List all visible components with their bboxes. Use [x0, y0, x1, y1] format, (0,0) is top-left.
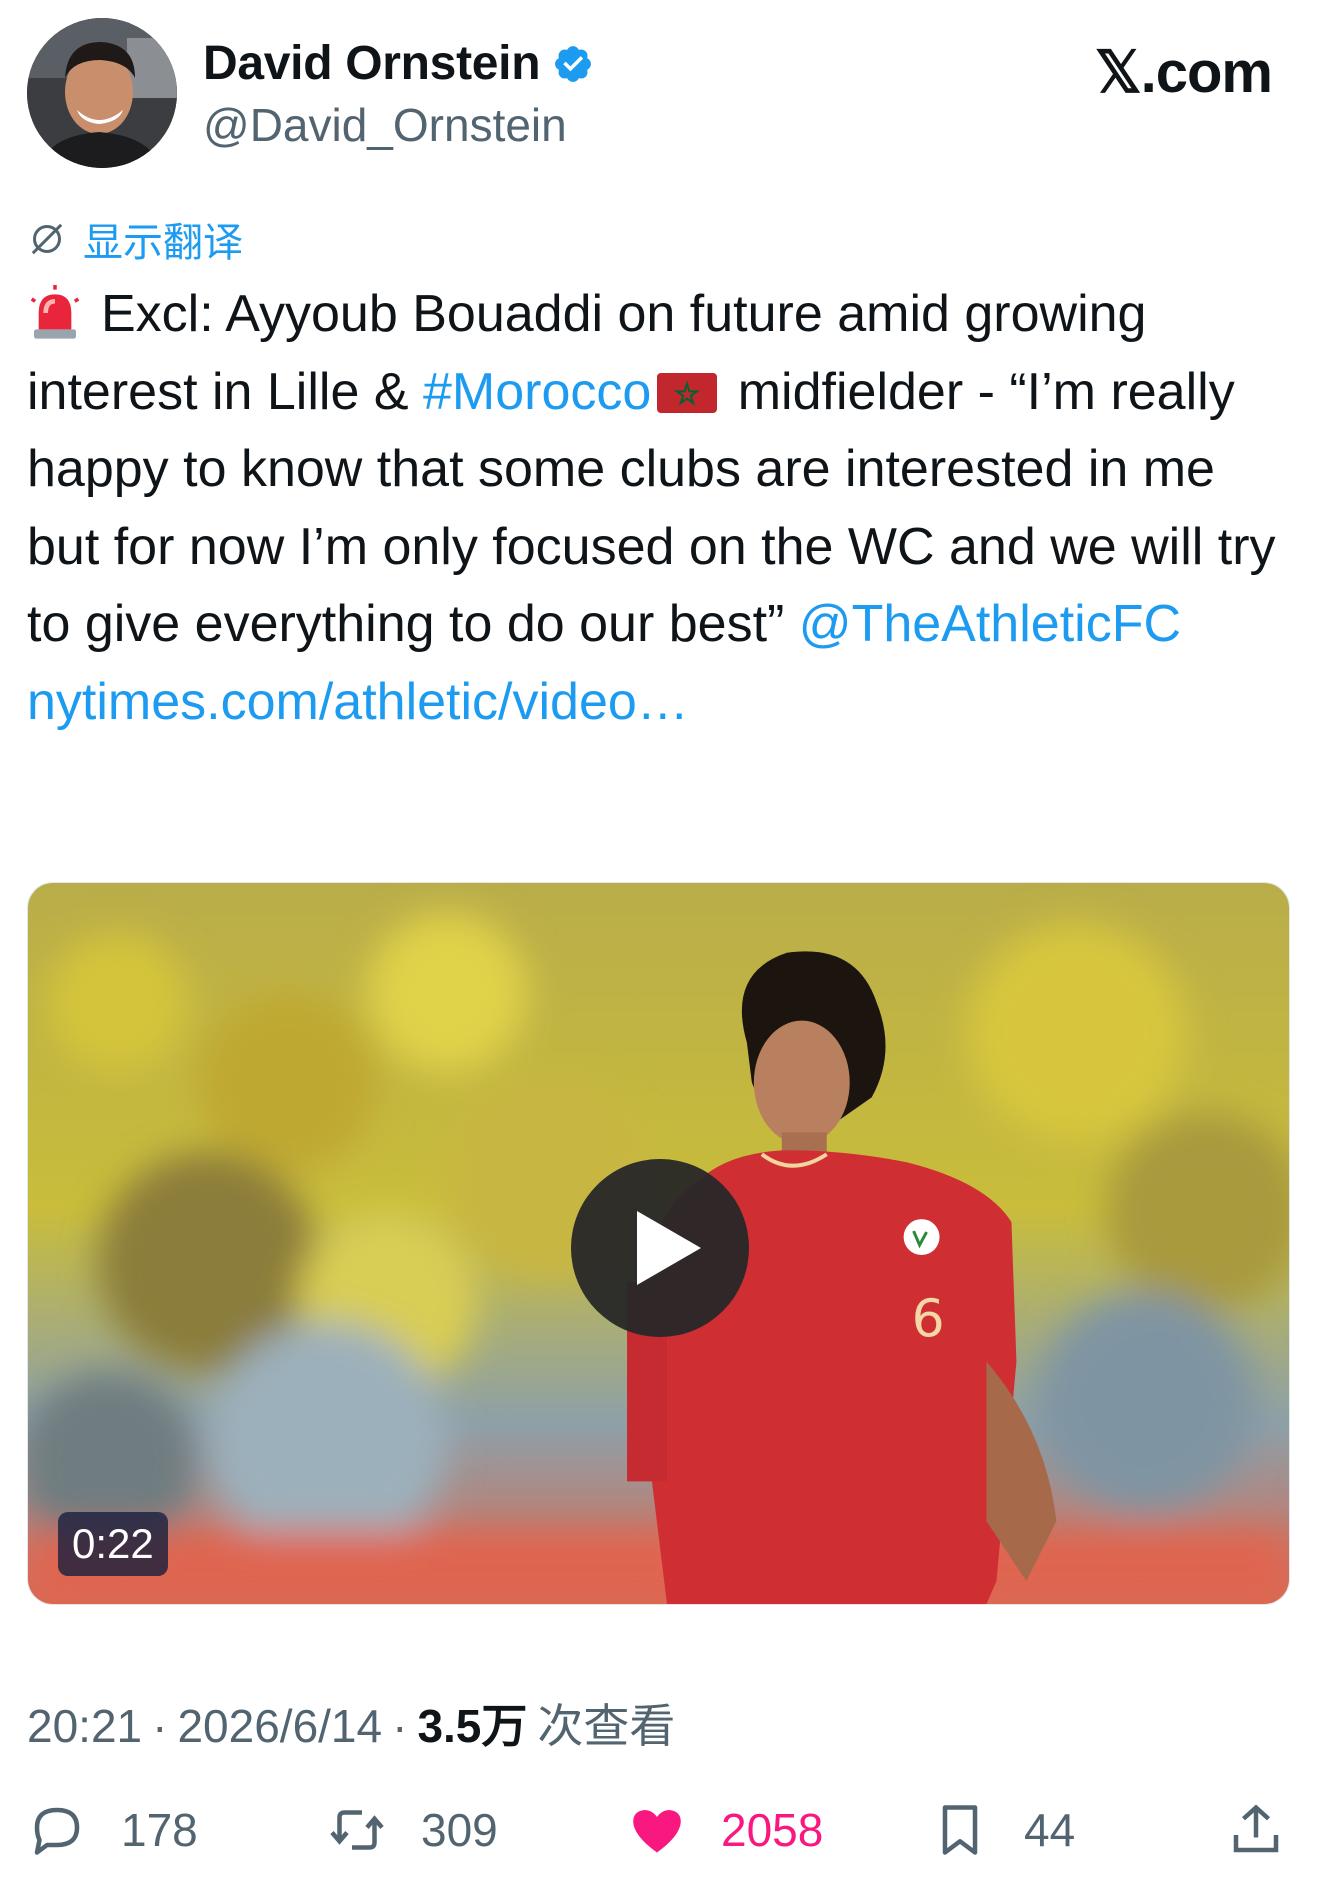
avatar[interactable] [27, 18, 177, 168]
author-name-row: David Ornstein [203, 36, 594, 91]
translate-link[interactable]: 显示翻译 [27, 210, 243, 268]
reply-icon [34, 1807, 80, 1855]
bookmark-count: 44 [1024, 1804, 1076, 1856]
author-name[interactable]: David Ornstein [203, 36, 541, 91]
morocco-flag-emoji [657, 372, 718, 413]
reply-button[interactable]: 178 [27, 1790, 198, 1870]
video-duration: 0:22 [58, 1512, 168, 1576]
tweet-meta: 20:21 · 2026/6/14 · 3.5万 次查看 [27, 1690, 675, 1756]
retweet-icon [330, 1810, 384, 1850]
bookmark-button[interactable]: 44 [930, 1790, 1075, 1870]
watermark: 𝕏.com [1094, 40, 1273, 105]
play-icon[interactable] [571, 1159, 749, 1337]
share-button[interactable] [1226, 1790, 1286, 1870]
author-handle[interactable]: @David_Ornstein [203, 98, 567, 152]
rotating-light-emoji [30, 285, 80, 339]
verified-badge-icon [555, 45, 592, 82]
views-label: 次查看 [537, 1700, 676, 1752]
like-count: 2058 [721, 1804, 824, 1856]
mention-link[interactable]: @TheAthleticFC [799, 595, 1181, 653]
reply-count: 178 [121, 1804, 198, 1856]
retweet-count: 309 [421, 1804, 498, 1856]
tweet-header: David Ornstein @David_Ornstein 𝕏.com [0, 0, 1320, 190]
tweet-time[interactable]: 20:21 [27, 1699, 142, 1753]
like-button[interactable]: 2058 [627, 1790, 823, 1870]
globe-slash-icon [31, 223, 63, 255]
retweet-button[interactable]: 309 [327, 1790, 498, 1870]
meta-separator: · [392, 1700, 408, 1752]
svg-text:6: 6 [912, 1290, 945, 1350]
url-link[interactable]: nytimes.com/athletic/video… [27, 673, 689, 731]
translate-label[interactable]: 显示翻译 [83, 210, 243, 268]
action-bar: 178 309 2058 44 [0, 1790, 1320, 1870]
views-count: 3.5万 [417, 1700, 528, 1752]
video-player[interactable]: 6 0:22 [27, 882, 1290, 1605]
heart-icon [633, 1810, 681, 1853]
meta-separator: · [152, 1700, 168, 1752]
tweet-text: Excl: Ayyoub Bouaddi on future amid grow… [27, 276, 1297, 741]
share-icon [1233, 1804, 1279, 1853]
hashtag-link[interactable]: #Morocco [423, 363, 651, 421]
bookmark-icon [942, 1805, 978, 1855]
tweet-date[interactable]: 2026/6/14 [177, 1699, 382, 1753]
